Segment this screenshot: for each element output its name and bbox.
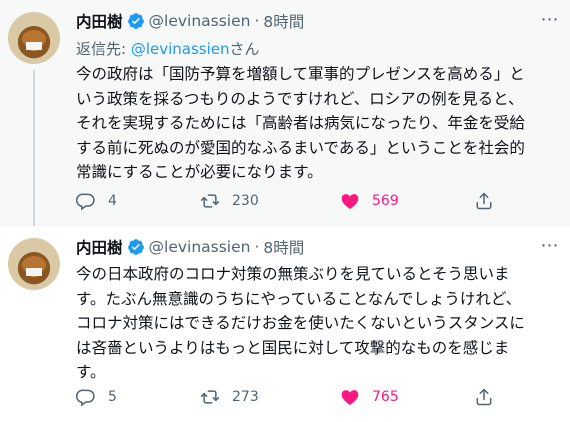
reply-icon [76,389,95,407]
reply-button[interactable]: 5 [76,386,117,408]
share-button[interactable] [474,190,494,212]
retweet-button[interactable]: 230 [200,190,259,212]
avatar[interactable] [8,238,60,290]
like-count: 765 [372,389,399,405]
reply-icon [76,193,95,211]
tweet-text-line: す。たぶん無意識のうちにやっていることなんでしょうけれど、 [76,289,522,308]
tweet-1[interactable]: 内田樹 @levinassien · 8時間 ⋯ 返信先: @levinassi… [0,0,570,226]
tweet-text-line: 常識にすることが必要になります。 [76,163,323,181]
tweet-actions: 4 230 569 [76,190,516,212]
tweet-text-line: いう政策を採るつもりのようですけれど、ロシアの例を見ると、 [76,89,524,108]
retweet-icon [200,194,220,208]
retweet-button[interactable]: 273 [200,386,259,408]
more-icon[interactable]: ⋯ [540,10,560,30]
tweet-header: 内田樹 @levinassien · 8時間 [76,10,304,32]
timestamp[interactable]: 8時間 [263,236,304,258]
reply-prefix: 返信先: [76,40,131,58]
tweet-text: 今の日本政府のコロナ対策の無策ぶりを見ているとそう思いま す。たぶん無意識のうち… [76,262,554,385]
reply-count: 5 [108,389,117,405]
separator-dot: · [254,12,260,30]
tweet-text: 今の政府は「国防予算を増額して軍事的プレゼンスを高める」と いう政策を採るつもり… [76,62,554,185]
reply-context: 返信先: @levinassienさん [76,38,260,59]
tweet-text-line: それを実現するためには「高齢者は病気になったり、年金を受給 [76,114,525,132]
tweet-text-line: する前に死ぬのが愛国的なふるまいである」ということを社会的 [76,138,525,157]
reply-suffix: さん [229,40,260,58]
tweet-text-line: は吝嗇というよりはもっと国民に対して攻撃的なものを感じま [76,338,510,357]
more-icon[interactable]: ⋯ [540,236,560,256]
author-handle[interactable]: @levinassien [149,12,251,30]
tweet-header: 内田樹 @levinassien · 8時間 [76,236,304,258]
tweet-2[interactable]: 内田樹 @levinassien · 8時間 ⋯ 今の日本政府のコロナ対策の無策… [0,226,570,422]
timestamp[interactable]: 8時間 [263,10,304,32]
verified-icon [127,13,144,29]
share-icon [476,192,492,210]
retweet-count: 230 [232,193,259,209]
author-name[interactable]: 内田樹 [76,10,123,32]
separator-dot: · [254,238,260,256]
like-icon [341,194,359,209]
like-button[interactable]: 765 [340,386,399,408]
author-handle[interactable]: @levinassien [149,238,251,256]
tweet-actions: 5 273 765 [76,386,516,408]
reply-mention-link[interactable]: @levinassien [131,40,230,58]
tweet-text-line: 今の日本政府のコロナ対策の無策ぶりを見ているとそう思いま [76,265,510,283]
reply-count: 4 [108,193,117,209]
author-name[interactable]: 内田樹 [76,236,123,258]
like-count: 569 [372,193,399,209]
tweet-text-line: コロナ対策にはできるだけお金を使いたくないというスタンスに [76,314,525,332]
thread-connector-line [33,70,35,226]
retweet-icon [200,390,220,404]
share-icon [476,388,492,406]
like-icon [341,390,359,405]
verified-icon [127,239,144,255]
reply-button[interactable]: 4 [76,190,117,212]
retweet-count: 273 [232,389,259,405]
tweet-text-line: す。 [76,363,106,381]
tweet-text-line: 今の政府は「国防予算を増額して軍事的プレゼンスを高める」と [76,65,525,83]
like-button[interactable]: 569 [340,190,399,212]
share-button[interactable] [474,386,494,408]
avatar[interactable] [8,12,60,64]
